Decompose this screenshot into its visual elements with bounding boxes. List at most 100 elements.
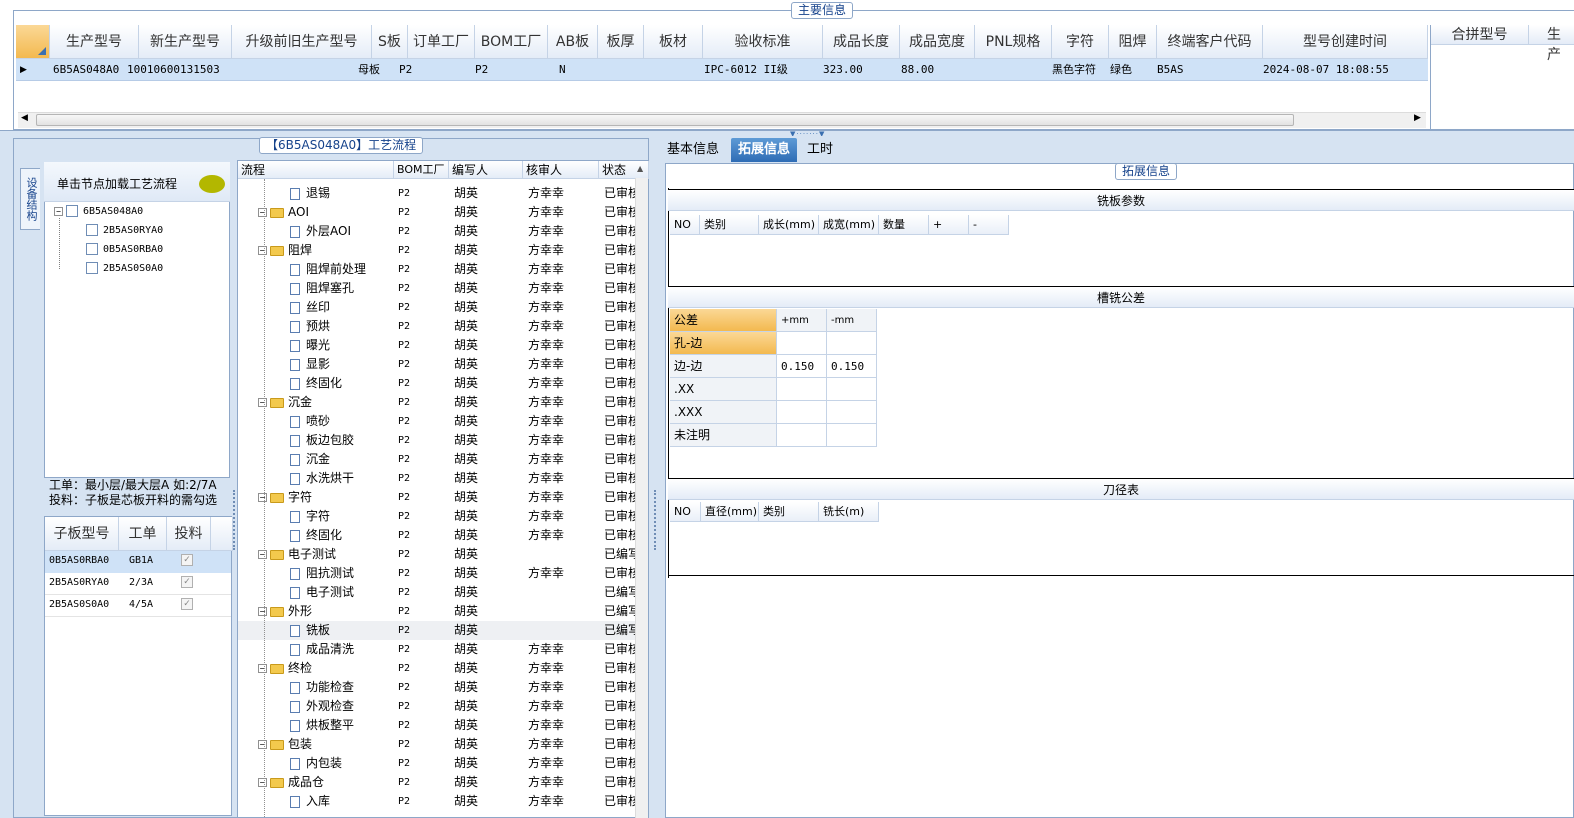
checkbox-icon[interactable] <box>66 205 78 217</box>
process-row[interactable]: 电子测试 P2 胡英 已编写 <box>238 583 636 602</box>
process-name-cell[interactable]: 阻焊塞孔 <box>290 279 394 298</box>
process-row[interactable]: 烘板整平 P2 胡英 方幸幸 已审核 <box>238 716 636 735</box>
process-status[interactable]: 已审核 <box>604 469 636 488</box>
col-header[interactable]: 字符 <box>1052 25 1109 59</box>
process-factory[interactable]: P2 <box>398 678 448 697</box>
process-row[interactable]: 入库 P2 胡英 方幸幸 已审核 <box>238 792 636 811</box>
process-reviewer[interactable]: 方幸幸 <box>528 279 598 298</box>
process-factory[interactable]: P2 <box>398 583 448 602</box>
process-row[interactable]: 阻焊前处理 P2 胡英 方幸幸 已审核 <box>238 260 636 279</box>
process-factory[interactable]: P2 <box>398 469 448 488</box>
process-writer[interactable]: 胡英 <box>454 621 524 640</box>
col-header[interactable]: 投料 <box>167 517 211 551</box>
process-factory[interactable]: P2 <box>398 298 448 317</box>
col-header[interactable]: 新生产型号 <box>139 25 232 59</box>
process-name-cell[interactable]: − 包装 <box>258 735 394 754</box>
process-row[interactable]: 内包装 P2 胡英 方幸幸 已审核 <box>238 754 636 773</box>
process-row[interactable]: − 字符 P2 胡英 方幸幸 已审核 <box>238 488 636 507</box>
process-factory[interactable]: P2 <box>398 374 448 393</box>
process-factory[interactable]: P2 <box>398 431 448 450</box>
process-name-cell[interactable]: 喷砂 <box>290 412 394 431</box>
process-status[interactable]: 已审核 <box>604 640 636 659</box>
vertical-scrollbar[interactable] <box>635 178 648 818</box>
cell-bom-factory[interactable]: P2 <box>472 59 545 81</box>
process-name-cell[interactable]: 外层AOI <box>290 222 394 241</box>
process-writer[interactable]: 胡英 <box>454 678 524 697</box>
process-status[interactable]: 已审核 <box>604 564 636 583</box>
col-header[interactable]: 板厚 <box>598 25 644 59</box>
process-writer[interactable]: 胡英 <box>454 279 524 298</box>
process-reviewer[interactable]: 方幸幸 <box>528 526 598 545</box>
process-name-cell[interactable]: 内包装 <box>290 754 394 773</box>
col-header[interactable]: 类别 <box>700 215 759 235</box>
process-name-cell[interactable]: 水洗烘干 <box>290 469 394 488</box>
process-factory[interactable]: P2 <box>398 393 448 412</box>
process-reviewer[interactable]: 方幸幸 <box>528 336 598 355</box>
splitter-grip-icon[interactable] <box>233 490 237 550</box>
col-header[interactable]: 流程 <box>238 161 394 179</box>
col-header[interactable]: NO <box>670 215 700 235</box>
col-header[interactable]: 编写人 <box>449 161 523 179</box>
tree-child[interactable]: 0B5AS0RBA0 <box>86 242 163 258</box>
process-factory[interactable]: P2 <box>398 621 448 640</box>
process-reviewer[interactable]: 方幸幸 <box>528 317 598 336</box>
process-name-cell[interactable]: − 电子测试 <box>258 545 394 564</box>
add-row-button[interactable]: + <box>929 215 969 235</box>
process-factory[interactable]: P2 <box>398 602 448 621</box>
process-writer[interactable]: 胡英 <box>454 564 524 583</box>
process-reviewer[interactable]: 方幸幸 <box>528 241 598 260</box>
process-status[interactable]: 已编写 <box>604 545 636 564</box>
tolerance-plus[interactable]: 0.150 <box>777 355 827 378</box>
process-reviewer[interactable]: 方幸幸 <box>528 184 598 203</box>
scroll-right-icon[interactable]: ▶ <box>1414 113 1421 123</box>
col-header[interactable]: 铣长(m) <box>819 502 879 522</box>
process-status[interactable]: 已审核 <box>604 431 636 450</box>
process-writer[interactable]: 胡英 <box>454 526 524 545</box>
process-row[interactable]: − 成品仓 P2 胡英 方幸幸 已审核 <box>238 773 636 792</box>
process-writer[interactable]: 胡英 <box>454 317 524 336</box>
tab-basic-info[interactable]: 基本信息 <box>660 138 726 162</box>
process-row[interactable]: − 包装 P2 胡英 方幸幸 已审核 <box>238 735 636 754</box>
process-reviewer[interactable]: 方幸幸 <box>528 431 598 450</box>
process-reviewer[interactable]: 方幸幸 <box>528 716 598 735</box>
process-status[interactable]: 已编写 <box>604 621 636 640</box>
col-header[interactable]: 直径(mm) <box>701 502 759 522</box>
process-status[interactable]: 已审核 <box>604 374 636 393</box>
process-name-cell[interactable]: 电子测试 <box>290 583 394 602</box>
feed-checkbox[interactable]: ✓ <box>181 554 193 566</box>
process-name-cell[interactable]: − 终检 <box>258 659 394 678</box>
process-writer[interactable]: 胡英 <box>454 241 524 260</box>
process-row[interactable]: − 阻焊 P2 胡英 方幸幸 已审核 <box>238 241 636 260</box>
col-header[interactable]: 成长(mm) <box>759 215 819 235</box>
process-factory[interactable]: P2 <box>398 222 448 241</box>
col-header[interactable]: BOM工厂 <box>394 161 449 179</box>
process-factory[interactable]: P2 <box>398 526 448 545</box>
process-factory[interactable]: P2 <box>398 260 448 279</box>
col-header[interactable]: 验收标准 <box>703 25 823 59</box>
tolerance-plus[interactable] <box>777 378 827 401</box>
scroll-thumb[interactable] <box>36 114 1294 126</box>
process-status[interactable]: 已审核 <box>604 792 636 811</box>
process-status[interactable]: 已审核 <box>604 203 636 222</box>
col-header[interactable]: 数量 <box>879 215 929 235</box>
col-header[interactable]: PNL规格 <box>975 25 1052 59</box>
col-header[interactable]: 合拼型号 <box>1431 25 1529 45</box>
process-factory[interactable]: P2 <box>398 184 448 203</box>
process-status[interactable]: 已审核 <box>604 317 636 336</box>
cell-char[interactable]: 黑色字符 <box>1049 59 1109 81</box>
process-writer[interactable]: 胡英 <box>454 222 524 241</box>
process-name-cell[interactable]: 阻焊前处理 <box>290 260 394 279</box>
tolerance-plus[interactable] <box>777 424 827 447</box>
process-reviewer[interactable]: 方幸幸 <box>528 754 598 773</box>
process-name-cell[interactable]: 预烘 <box>290 317 394 336</box>
tolerance-minus[interactable]: 0.150 <box>827 355 877 378</box>
process-row[interactable]: 喷砂 P2 胡英 方幸幸 已审核 <box>238 412 636 431</box>
checkbox-icon[interactable] <box>86 224 98 236</box>
process-name-cell[interactable]: − 阻焊 <box>258 241 394 260</box>
process-factory[interactable]: P2 <box>398 336 448 355</box>
process-reviewer[interactable]: 方幸幸 <box>528 203 598 222</box>
process-status[interactable]: 已审核 <box>604 222 636 241</box>
col-header[interactable]: BOM工厂 <box>475 25 548 59</box>
chat-bubble-icon[interactable] <box>199 175 225 193</box>
cell-solder[interactable]: 绿色 <box>1107 59 1155 81</box>
